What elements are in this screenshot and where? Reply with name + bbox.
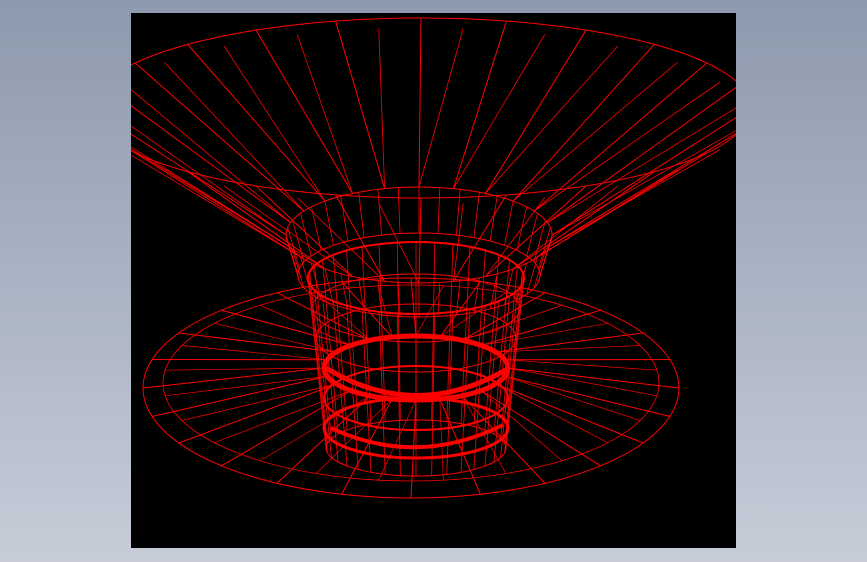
barrel-vertical-line	[314, 290, 332, 458]
upper-flange-rim	[131, 17, 736, 199]
base-disk-spoke-inner	[504, 375, 641, 421]
base-disk-spoke	[178, 383, 337, 444]
collar-vertical-line	[437, 187, 441, 234]
upper-flange-spoke-inner	[547, 149, 720, 248]
upper-flange-spoke-inner	[131, 125, 287, 236]
upper-flange-spoke-inner	[453, 34, 546, 189]
base-disk-spoke-inner	[165, 367, 325, 371]
base-disk-spoke	[410, 277, 417, 337]
collar-vertical-line	[473, 192, 480, 238]
base-disk-spoke-inner	[415, 285, 444, 337]
collar-vertical-line	[397, 187, 401, 234]
base-disk-spoke-inner	[480, 390, 563, 462]
wireframe-model	[131, 17, 736, 499]
barrel-bottom-band	[330, 423, 504, 450]
collar-vertical-line	[300, 213, 312, 257]
upper-flange-spoke-inner	[512, 185, 619, 270]
upper-flange-spoke	[335, 20, 386, 189]
barrel-vertical-line	[473, 250, 486, 427]
collar-vertical-line	[340, 196, 349, 242]
upper-flange-spoke	[533, 62, 708, 212]
upper-flange-spoke-inner	[485, 45, 619, 194]
collar-vertical-line	[358, 277, 365, 313]
collar-vertical-line	[285, 234, 299, 276]
collar-vertical-line	[489, 196, 498, 242]
collar-vertical-line	[455, 189, 461, 236]
collar-vertical-line	[324, 200, 334, 246]
base-disk-spoke-inner	[504, 359, 657, 371]
upper-flange-spoke	[131, 148, 291, 248]
upper-flange-spoke-inner	[223, 185, 353, 277]
base-disk-spoke-inner	[181, 383, 337, 421]
base-disk-spoke	[504, 375, 670, 417]
base-disk-spoke	[142, 367, 325, 389]
upper-flange-spoke	[452, 20, 507, 189]
base-disk-spoke	[178, 332, 337, 353]
collar-vertical-line	[311, 206, 322, 251]
upper-flange-spoke	[485, 29, 587, 194]
base-disk-spoke	[152, 375, 328, 417]
upper-flange-spoke	[512, 44, 655, 202]
upper-flange-spoke	[134, 62, 305, 212]
base-disk-spoke-inner	[165, 375, 328, 397]
upper-flange-spoke-inner	[533, 169, 678, 260]
collar-vertical-line	[358, 192, 365, 238]
upper-flange-spoke-inner	[547, 107, 736, 223]
base-disk-spoke-inner	[507, 367, 657, 397]
collar-vertical-line	[504, 200, 514, 246]
upper-flange-spoke	[134, 152, 305, 260]
upper-flange-spoke-inner	[223, 45, 326, 202]
base-disk-spoke-inner	[439, 398, 444, 481]
base-disk-spoke-inner	[181, 345, 328, 361]
cad-3d-viewport[interactable]	[131, 13, 736, 548]
upper-flange-spoke-inner	[512, 62, 678, 202]
upper-flange-spoke-inner	[378, 28, 385, 189]
upper-flange-spoke	[547, 132, 736, 248]
upper-flange-spoke-inner	[131, 89, 291, 223]
upper-flange-spoke	[131, 105, 291, 223]
base-disk-spoke-inner	[495, 383, 608, 443]
upper-flange-spoke	[547, 86, 736, 223]
upper-flange-spoke-inner	[418, 28, 464, 188]
collar-vertical-line	[437, 282, 441, 317]
upper-flange-spoke	[452, 194, 507, 282]
application-window	[0, 0, 867, 562]
base-disk-spoke	[507, 367, 680, 389]
upper-flange-spoke	[418, 17, 422, 188]
upper-flange-spoke	[187, 44, 326, 202]
collar-vertical-line	[539, 234, 553, 276]
collar-vertical-line	[377, 189, 383, 236]
upper-flange-spoke-inner	[551, 130, 736, 236]
